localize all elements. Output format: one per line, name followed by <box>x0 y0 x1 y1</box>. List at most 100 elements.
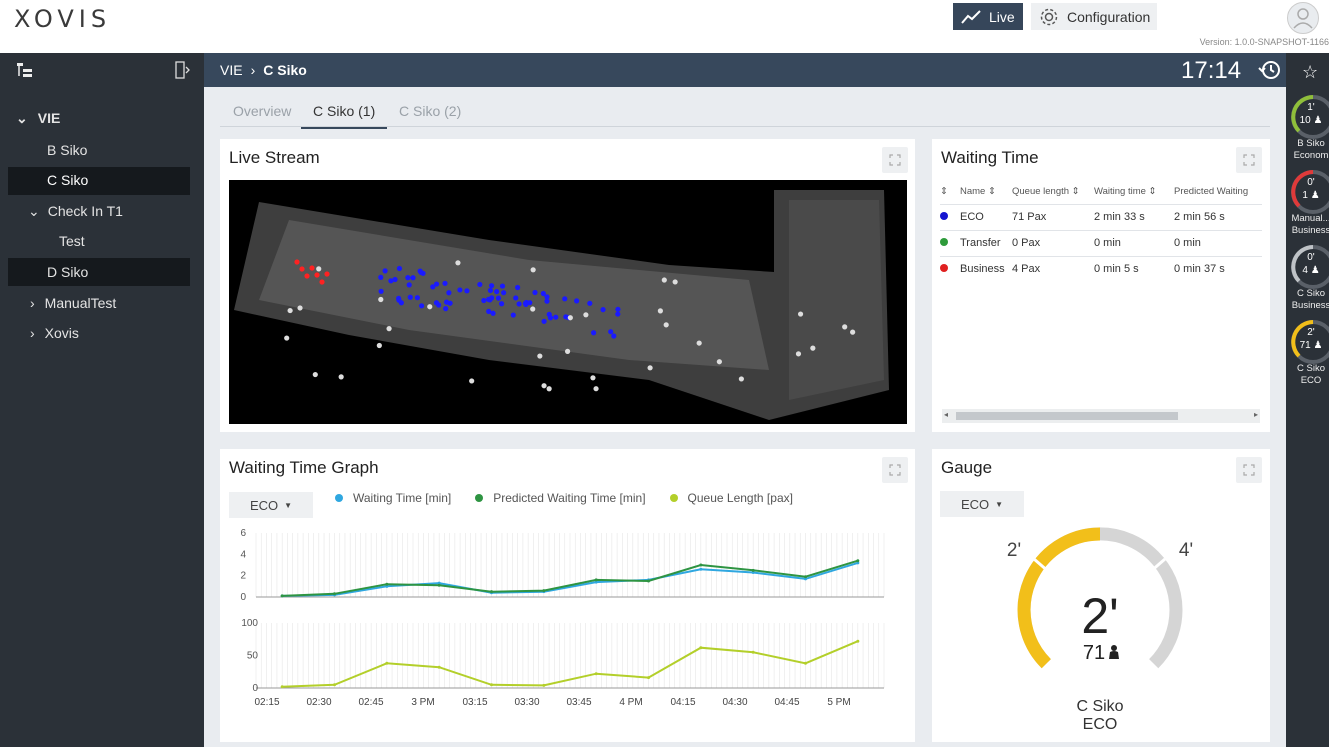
column-queue-length[interactable]: Queue length ⇕ <box>1012 180 1094 204</box>
table-header-row: ⇕ Name ⇕ Queue length ⇕ Waiting time ⇕ P… <box>940 180 1262 204</box>
person-marker <box>850 329 856 335</box>
live-button[interactable]: Live <box>953 3 1023 30</box>
person-marker <box>494 288 500 295</box>
column-predicted-waiting[interactable]: Predicted Waiting <box>1174 180 1262 204</box>
waiting-time-table: ⇕ Name ⇕ Queue length ⇕ Waiting time ⇕ P… <box>940 180 1262 282</box>
person-marker <box>410 275 416 281</box>
person-marker <box>469 378 475 384</box>
person-marker <box>443 306 449 312</box>
cell-predicted-waiting: 0 min 37 s <box>1174 255 1262 282</box>
mini-gauge-pax: 1 ♟ <box>1302 190 1320 201</box>
person-marker <box>672 279 678 285</box>
person-marker <box>593 386 599 392</box>
column-waiting-time[interactable]: Waiting time ⇕ <box>1094 180 1174 204</box>
person-marker <box>495 295 502 301</box>
tab-c-siko-2[interactable]: C Siko (2) <box>399 103 461 119</box>
tab-overview[interactable]: Overview <box>233 103 291 119</box>
sidebar-item-c-siko[interactable]: C Siko <box>47 172 88 188</box>
table-row[interactable]: Business 4 Pax 0 min 5 s0 min 37 s <box>940 255 1262 282</box>
sidebar-item-test[interactable]: Test <box>59 233 85 249</box>
gauge-queue-select[interactable]: ECO ▼ <box>940 491 1024 517</box>
legend-predicted-waiting-time[interactable]: Predicted Waiting Time [min] <box>475 491 646 505</box>
sidebar-item-d-siko[interactable]: D Siko <box>47 264 88 280</box>
trend-icon <box>961 9 981 24</box>
favorite-gauge[interactable]: 0' 4 ♟ C Siko Business <box>1286 243 1329 315</box>
top-bar: XOVIS Live Configuration Version: 1.0.0-… <box>0 0 1329 53</box>
person-icon <box>1109 645 1119 659</box>
person-marker <box>647 365 653 371</box>
chevron-down-icon[interactable]: ⌄ <box>16 110 28 126</box>
table-row[interactable]: Transfer 0 Pax 0 min 0 min <box>940 229 1262 256</box>
expand-waiting-time-button[interactable] <box>1236 147 1262 173</box>
data-point <box>856 639 860 643</box>
data-point <box>385 661 389 665</box>
sidebar-item-check-in-t1[interactable]: ⌄ Check In T1 <box>28 203 123 220</box>
legend-waiting-time[interactable]: Waiting Time [min] <box>335 491 451 505</box>
sidebar-item-b-siko[interactable]: B Siko <box>47 142 87 158</box>
history-icon[interactable] <box>1258 59 1282 81</box>
column-name[interactable]: Name ⇕ <box>960 180 1012 204</box>
graph-queue-select[interactable]: ECO ▼ <box>229 492 313 518</box>
favorite-gauge[interactable]: 0' 1 ♟ Manual... Business <box>1286 168 1329 240</box>
person-marker <box>530 267 536 273</box>
live-stream-view[interactable] <box>229 180 907 424</box>
chevron-down-icon[interactable]: ⌄ <box>28 203 40 219</box>
scrollbar-thumb[interactable] <box>956 412 1178 420</box>
queue-color-dot <box>940 229 960 256</box>
star-icon[interactable]: ☆ <box>1302 62 1318 83</box>
expand-gauge-button[interactable] <box>1236 457 1262 483</box>
tab-c-siko-1[interactable]: C Siko (1) <box>301 103 388 129</box>
expand-graph-button[interactable] <box>882 457 908 483</box>
person-marker <box>546 386 552 392</box>
mini-gauge-time: 0' <box>1307 177 1315 188</box>
person-marker <box>392 276 398 283</box>
x-tick-label: 03:45 <box>566 697 591 708</box>
collapse-panel-icon[interactable] <box>174 61 192 79</box>
data-point <box>699 646 703 650</box>
person-marker <box>396 265 403 272</box>
chevron-right-icon[interactable]: › <box>30 325 35 341</box>
legend-queue-length[interactable]: Queue Length [pax] <box>669 491 793 505</box>
mini-gauge-pax: 10 ♟ <box>1299 115 1323 126</box>
data-point <box>542 589 546 593</box>
person-marker <box>574 298 580 304</box>
person-marker <box>590 375 596 381</box>
y-tick-label: 2 <box>240 571 246 582</box>
person-marker <box>583 312 589 318</box>
expand-live-stream-button[interactable] <box>882 147 908 173</box>
cell-queue-length: 0 Pax <box>1012 229 1094 256</box>
person-marker <box>418 303 425 309</box>
favorite-gauge[interactable]: 1' 10 ♟ B Siko Econom <box>1286 93 1329 165</box>
x-tick-label: 02:15 <box>254 697 279 708</box>
data-point <box>804 575 807 579</box>
sidebar-item-vie[interactable]: ⌄ VIE <box>16 110 60 127</box>
tree-view-icon[interactable] <box>16 62 34 78</box>
x-tick-label: 03:15 <box>462 697 487 708</box>
mini-gauge-pax: 4 ♟ <box>1302 265 1320 276</box>
x-tick-label: 5 PM <box>827 697 850 708</box>
chevron-right-icon[interactable]: › <box>30 295 35 311</box>
data-point <box>751 650 755 654</box>
scroll-right-icon[interactable]: ▸ <box>1254 410 1258 419</box>
user-avatar[interactable] <box>1287 2 1319 34</box>
person-marker <box>443 299 450 305</box>
gauge-queue-name: ECO <box>1083 716 1118 733</box>
floor-plan-image <box>234 190 889 420</box>
favorite-gauge[interactable]: 2' 71 ♟ C Siko ECO <box>1286 318 1329 390</box>
person-marker <box>842 324 848 330</box>
person-marker <box>564 348 571 354</box>
sidebar-item-manualtest[interactable]: › ManualTest <box>30 295 116 311</box>
data-point <box>333 683 336 687</box>
table-row[interactable]: ECO 71 Pax 2 min 33 s2 min 56 s <box>940 203 1262 230</box>
configuration-button[interactable]: Configuration <box>1031 3 1157 30</box>
live-stream-panel: Live Stream <box>220 139 915 432</box>
person-marker <box>513 295 519 301</box>
person-marker <box>696 340 702 346</box>
scroll-left-icon[interactable]: ◂ <box>944 410 948 419</box>
horizontal-scrollbar[interactable]: ◂ ▸ <box>942 409 1260 423</box>
sidebar-item-xovis[interactable]: › Xovis <box>30 325 79 341</box>
breadcrumb-root[interactable]: VIE <box>220 62 243 78</box>
sort-icon[interactable]: ⇕ <box>940 180 960 204</box>
x-tick-label: 03:30 <box>514 697 539 708</box>
version-text: Version: 1.0.0-SNAPSHOT-1166 <box>1199 37 1329 47</box>
